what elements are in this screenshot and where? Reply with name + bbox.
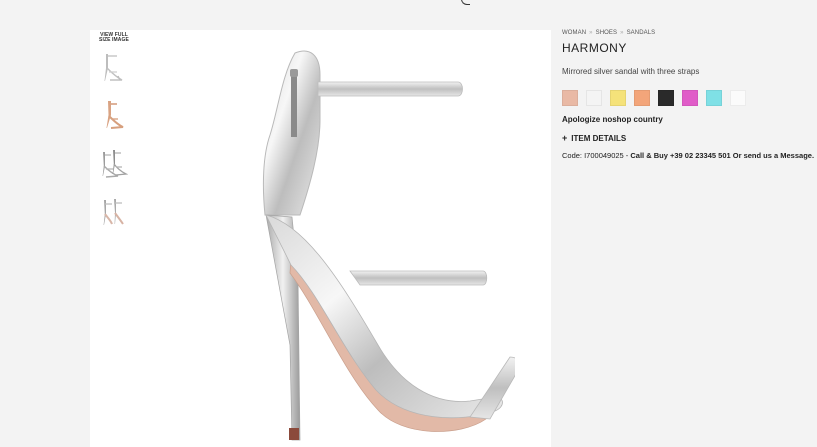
main-product-image: [262, 50, 515, 441]
top-decoration: [461, 0, 470, 5]
item-details-label: ITEM DETAILS: [571, 133, 627, 143]
thumbnail-silver-pair[interactable]: [98, 146, 128, 182]
product-gallery: VIEW FULL SIZE IMAGE: [90, 30, 551, 447]
swatch-white-light[interactable]: [730, 90, 746, 106]
thumbnail-silver-back[interactable]: [98, 194, 128, 230]
view-full-size-link[interactable]: VIEW FULL SIZE IMAGE: [99, 33, 129, 43]
swatch-fuchsia[interactable]: [682, 90, 698, 106]
thumbnail-list: [98, 50, 130, 242]
swatch-nude[interactable]: [562, 90, 578, 106]
shop-availability-notice: Apologize noshop country: [562, 115, 663, 124]
breadcrumb: WOMAN» SHOES» SANDALS: [562, 30, 812, 36]
product-title: HARMONY: [562, 41, 627, 55]
breadcrumb-woman[interactable]: WOMAN: [562, 30, 586, 36]
contact-link[interactable]: Call & Buy +39 02 23345 501 Or send us a…: [630, 151, 814, 160]
color-swatch-list: [562, 90, 812, 106]
product-subtitle: Mirrored silver sandal with three straps: [562, 67, 700, 76]
swatch-black[interactable]: [658, 90, 674, 106]
plus-icon: +: [562, 133, 568, 143]
breadcrumb-shoes[interactable]: SHOES: [596, 30, 618, 36]
product-code-line: Code: I700049025 - Call & Buy +39 02 233…: [562, 151, 814, 160]
breadcrumb-sandals[interactable]: SANDALS: [627, 30, 656, 36]
swatch-gold[interactable]: [610, 90, 626, 106]
swatch-turquoise[interactable]: [706, 90, 722, 106]
breadcrumb-separator: »: [589, 30, 593, 36]
thumbnail-nude-side[interactable]: [98, 98, 128, 134]
swatch-white[interactable]: [586, 90, 602, 106]
item-details-toggle[interactable]: + ITEM DETAILS: [562, 133, 812, 143]
product-code: Code: I700049025 -: [562, 151, 631, 160]
swatch-peach[interactable]: [634, 90, 650, 106]
breadcrumb-separator: »: [620, 30, 624, 36]
product-info-panel: WOMAN» SHOES» SANDALS HARMONY Mirrored sil…: [562, 30, 814, 160]
thumbnail-silver-side[interactable]: [98, 50, 128, 86]
view-full-sublabel: SIZE IMAGE: [99, 37, 129, 43]
